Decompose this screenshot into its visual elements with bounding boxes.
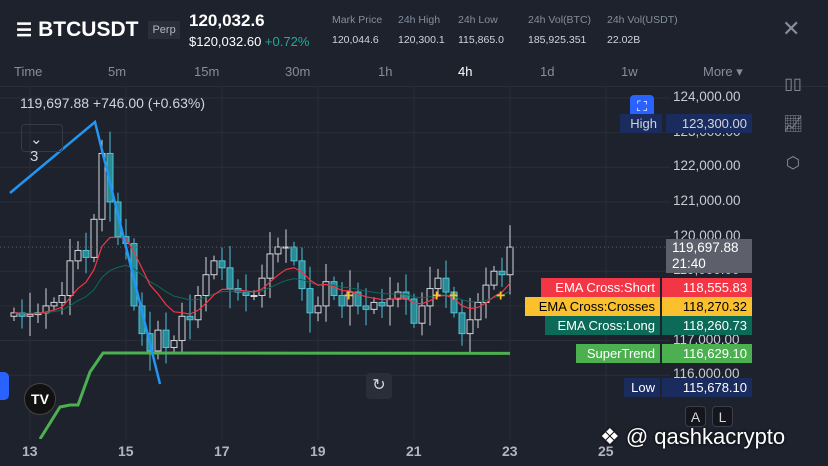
supertrend-label: SuperTrend — [576, 344, 660, 363]
candle-body — [162, 329, 170, 348]
candle-type-icon[interactable]: ▯▯ — [783, 74, 803, 94]
legend-change: +746.00 (+0.63%) — [92, 95, 206, 111]
candle-body — [50, 301, 58, 307]
date-tick: 19 — [310, 443, 326, 459]
supertrend-value: 116,629.10 — [662, 344, 752, 363]
candle-body — [178, 315, 186, 342]
candle-body — [290, 246, 298, 262]
candle-body — [74, 249, 82, 262]
low-label: Low — [624, 378, 660, 397]
watermark: ❖ @ qashkacrypto — [600, 424, 786, 449]
ema-short-value: 118,555.83 — [662, 278, 752, 297]
date-tick: 13 — [22, 443, 38, 459]
symbol-name: BTCUSDT — [38, 18, 139, 41]
candle-body — [170, 340, 178, 348]
candle-body — [506, 246, 514, 276]
price-chart[interactable]: + + + + — [0, 87, 670, 439]
legend: 119,697.88 +746.00 (+0.63%) — [20, 95, 205, 111]
tab-timeframe-0[interactable]: Time — [14, 64, 42, 79]
candle-body — [330, 281, 338, 297]
tab-timeframe-2[interactable]: 15m — [194, 64, 219, 79]
binance-logo-icon: ❖ — [600, 424, 620, 449]
ema-cross-marker: + — [449, 288, 458, 305]
ema-short-label: EMA Cross:Short — [541, 278, 660, 297]
candle-body — [458, 312, 466, 335]
close-icon[interactable]: ✕ — [782, 16, 800, 42]
indicator-collapse-button[interactable]: ⌄ 3 — [21, 124, 63, 165]
candle-body — [210, 260, 218, 276]
date-tick: 15 — [118, 443, 134, 459]
stat-2: 24h Low 115,865.0 — [458, 14, 504, 46]
candle-body — [82, 249, 90, 258]
high-label: High — [620, 114, 662, 133]
symbol-selector[interactable]: ☰ BTCUSDT Perp — [16, 18, 180, 42]
candle-body — [242, 291, 250, 297]
legend-close: 119,697.88 — [20, 95, 90, 111]
date-tick: 17 — [214, 443, 230, 459]
tab-timeframe-4[interactable]: 1h — [378, 64, 392, 79]
candle-body — [66, 260, 74, 297]
high-value: 123,300.00 — [666, 114, 752, 133]
settings-hex-icon[interactable]: ⬡ — [783, 153, 803, 173]
low-value: 115,678.10 — [662, 378, 752, 397]
candle-body — [90, 218, 98, 258]
stat-0: Mark Price 120,044.6 — [332, 14, 383, 46]
candle-body — [314, 305, 322, 314]
sidebar-toggle[interactable] — [0, 372, 9, 400]
menu-arrow-icon: ☰ — [16, 19, 33, 40]
usd-price: $120,032.60 +0.72% — [189, 34, 310, 49]
stat-1: 24h High 120,300.1 — [398, 14, 445, 46]
candle-countdown: 21:40 — [672, 256, 706, 271]
candle-body — [274, 246, 282, 255]
ema-long-label: EMA Cross:Long — [545, 316, 660, 335]
supertrend-line — [38, 351, 511, 439]
stat-4: 24h Vol(USDT) 22.02B — [607, 14, 678, 46]
candle-body — [498, 270, 506, 276]
candle-body — [378, 301, 386, 307]
tab-timeframe-8[interactable]: More ▾ — [703, 64, 743, 80]
candle-body — [154, 329, 162, 352]
tab-timeframe-1[interactable]: 5m — [108, 64, 126, 79]
date-tick: 21 — [406, 443, 422, 459]
candle-body — [218, 260, 226, 269]
tab-timeframe-6[interactable]: 1d — [540, 64, 554, 79]
price-tick: 121,000.00 — [673, 192, 741, 208]
change-percent: +0.72% — [264, 34, 310, 49]
contract-badge: Perp — [148, 21, 180, 39]
price-tick: 122,000.00 — [673, 158, 741, 174]
candle-body — [186, 315, 194, 321]
candle-body — [466, 319, 474, 335]
ema-cross-marker: + — [496, 288, 505, 305]
candle-body — [370, 301, 378, 310]
ema-cross-marker: + — [432, 288, 441, 305]
indicators-icon[interactable]: 📈︎ — [783, 114, 803, 134]
last-price: 120,032.6 — [189, 11, 265, 30]
candle-body — [418, 305, 426, 324]
candle-body — [490, 270, 498, 286]
candle-body — [474, 301, 482, 321]
candle-body — [202, 274, 210, 297]
ema-long-value: 118,260.73 — [662, 316, 752, 335]
reset-chart-icon[interactable]: ↻ — [366, 373, 392, 399]
stat-3: 24h Vol(BTC) 185,925.351 — [528, 14, 592, 46]
price-tick: 124,000.00 — [673, 89, 741, 104]
chevron-down-icon: ⌄ — [30, 131, 43, 148]
candle-body — [362, 305, 370, 310]
tradingview-logo: TV — [24, 383, 56, 415]
ema-crosses-label: EMA Cross:Crosses — [525, 297, 660, 316]
candle-body — [226, 267, 234, 290]
tab-timeframe-3[interactable]: 30m — [285, 64, 310, 79]
candle-body — [26, 314, 34, 317]
candle-body — [266, 253, 274, 279]
candle-body — [306, 288, 314, 314]
date-tick: 23 — [502, 443, 518, 459]
tab-timeframe-7[interactable]: 1w — [621, 64, 638, 79]
ema-cross-marker: + — [344, 288, 353, 305]
candle-body — [58, 295, 66, 303]
candle-body — [250, 295, 258, 298]
tab-timeframe-5[interactable]: 4h — [458, 64, 472, 79]
ema-crosses-value: 118,270.32 — [662, 297, 752, 316]
current-price-tag: 119,697.88 21:40 — [666, 239, 752, 273]
